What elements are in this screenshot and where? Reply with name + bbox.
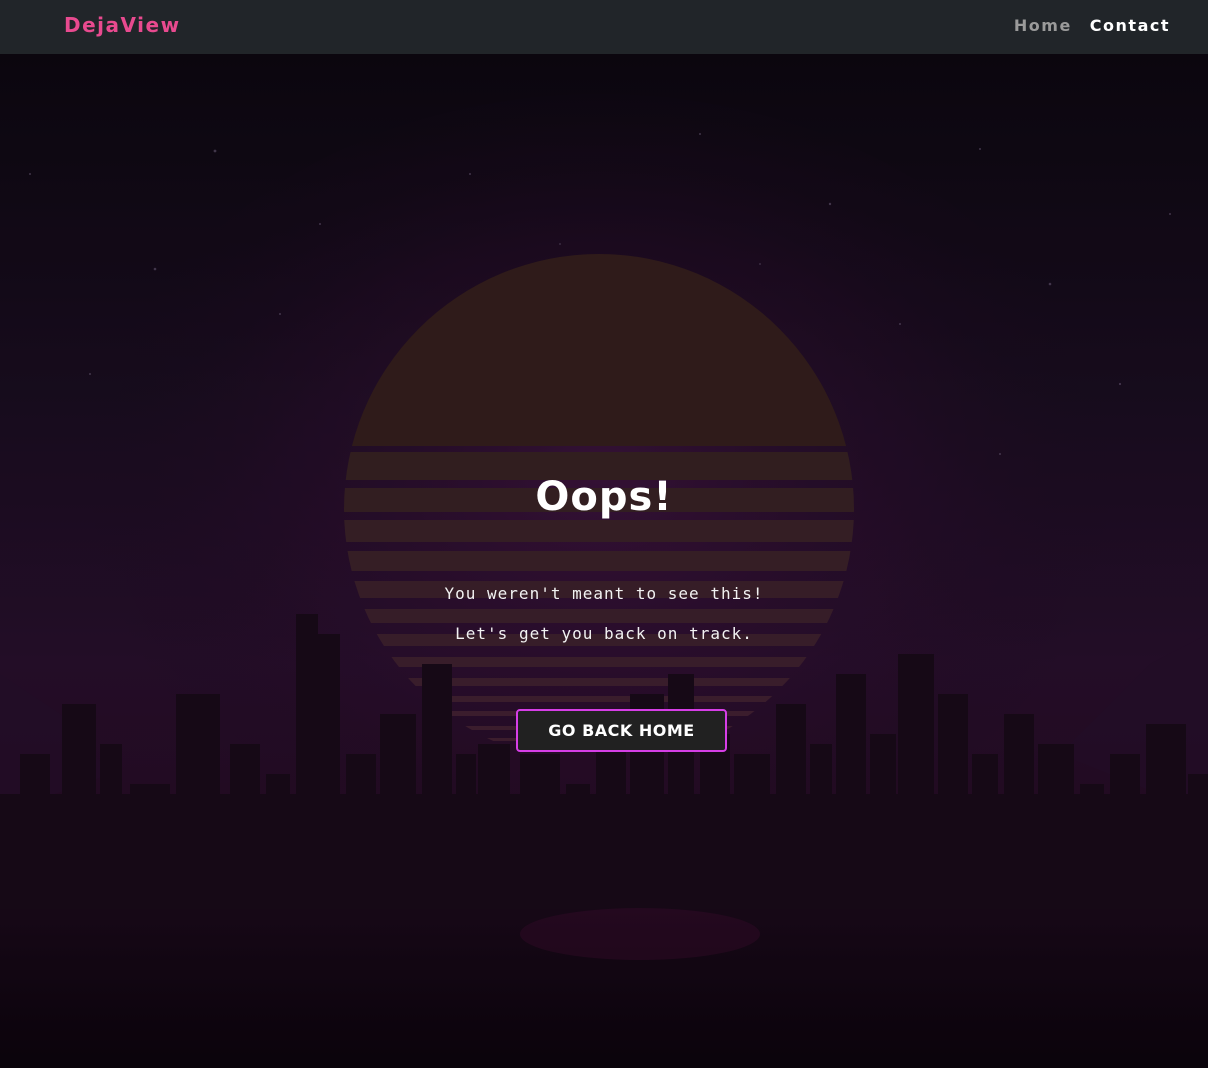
nav-link-home[interactable]: Home — [1014, 16, 1072, 35]
error-submessage: Let's get you back on track. — [455, 624, 753, 643]
brand-logo[interactable]: DejaView — [64, 13, 181, 37]
nav-links: Home Contact — [1014, 16, 1170, 35]
error-content: Oops! You weren't meant to see this! Let… — [0, 54, 1208, 1068]
error-message: You weren't meant to see this! — [444, 584, 764, 603]
navbar: DejaView Home Contact — [0, 0, 1208, 54]
nav-link-contact[interactable]: Contact — [1090, 16, 1170, 35]
page-title: Oops! — [535, 474, 673, 520]
go-back-home-button[interactable]: GO BACK HOME — [516, 709, 727, 752]
